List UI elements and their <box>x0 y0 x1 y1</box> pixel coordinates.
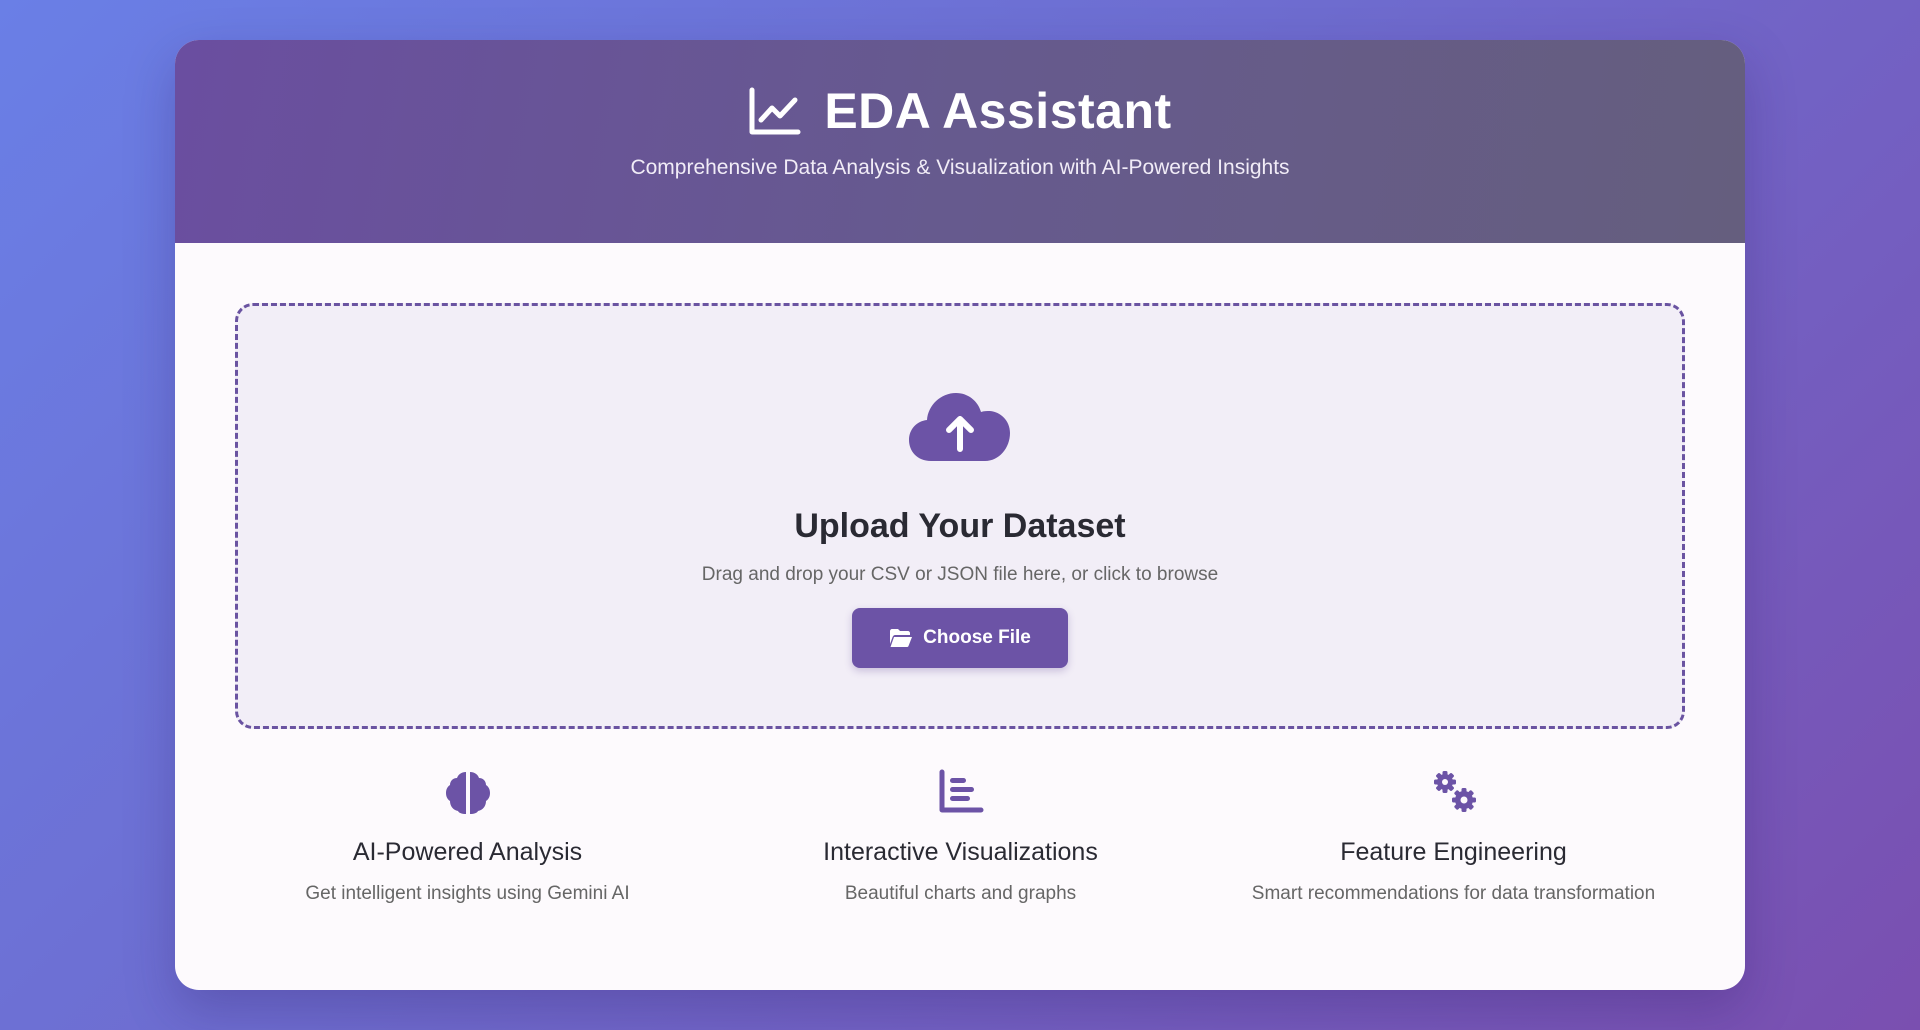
feature-engineering: Feature Engineering Smart recommendation… <box>1207 768 1700 905</box>
brain-icon <box>445 772 490 814</box>
feature-description: Beautiful charts and graphs <box>844 883 1077 904</box>
bar-chart-icon <box>939 769 983 813</box>
feature-ai-analysis: AI-Powered Analysis Get intelligent insi… <box>221 768 714 905</box>
chart-line-icon <box>749 87 801 135</box>
upload-dropzone[interactable]: Upload Your Dataset Drag and drop your C… <box>235 303 1685 729</box>
feature-title: Interactive Visualizations <box>823 838 1098 866</box>
app-header: EDA Assistant Comprehensive Data Analysi… <box>175 40 1745 243</box>
page-title: EDA Assistant <box>824 83 1172 139</box>
feature-title: AI-Powered Analysis <box>352 838 583 866</box>
title-row: EDA Assistant <box>748 82 1171 140</box>
folder-open-icon <box>890 629 913 647</box>
feature-title: Feature Engineering <box>1340 838 1567 866</box>
choose-file-button[interactable]: Choose File <box>852 608 1068 668</box>
upload-title: Upload Your Dataset <box>794 507 1126 545</box>
feature-visualizations: Interactive Visualizations Beautiful cha… <box>714 768 1207 905</box>
cloud-upload-icon <box>909 393 1010 461</box>
cogs-icon <box>1433 771 1476 812</box>
feature-description: Smart recommendations for data transform… <box>1251 883 1656 904</box>
page-subtitle: Comprehensive Data Analysis & Visualizat… <box>630 156 1290 179</box>
main-card: EDA Assistant Comprehensive Data Analysi… <box>175 40 1745 990</box>
choose-file-label: Choose File <box>923 627 1031 648</box>
features-row: AI-Powered Analysis Get intelligent insi… <box>175 768 1745 905</box>
feature-description: Get intelligent insights using Gemini AI <box>305 883 630 904</box>
upload-description: Drag and drop your CSV or JSON file here… <box>701 564 1219 585</box>
